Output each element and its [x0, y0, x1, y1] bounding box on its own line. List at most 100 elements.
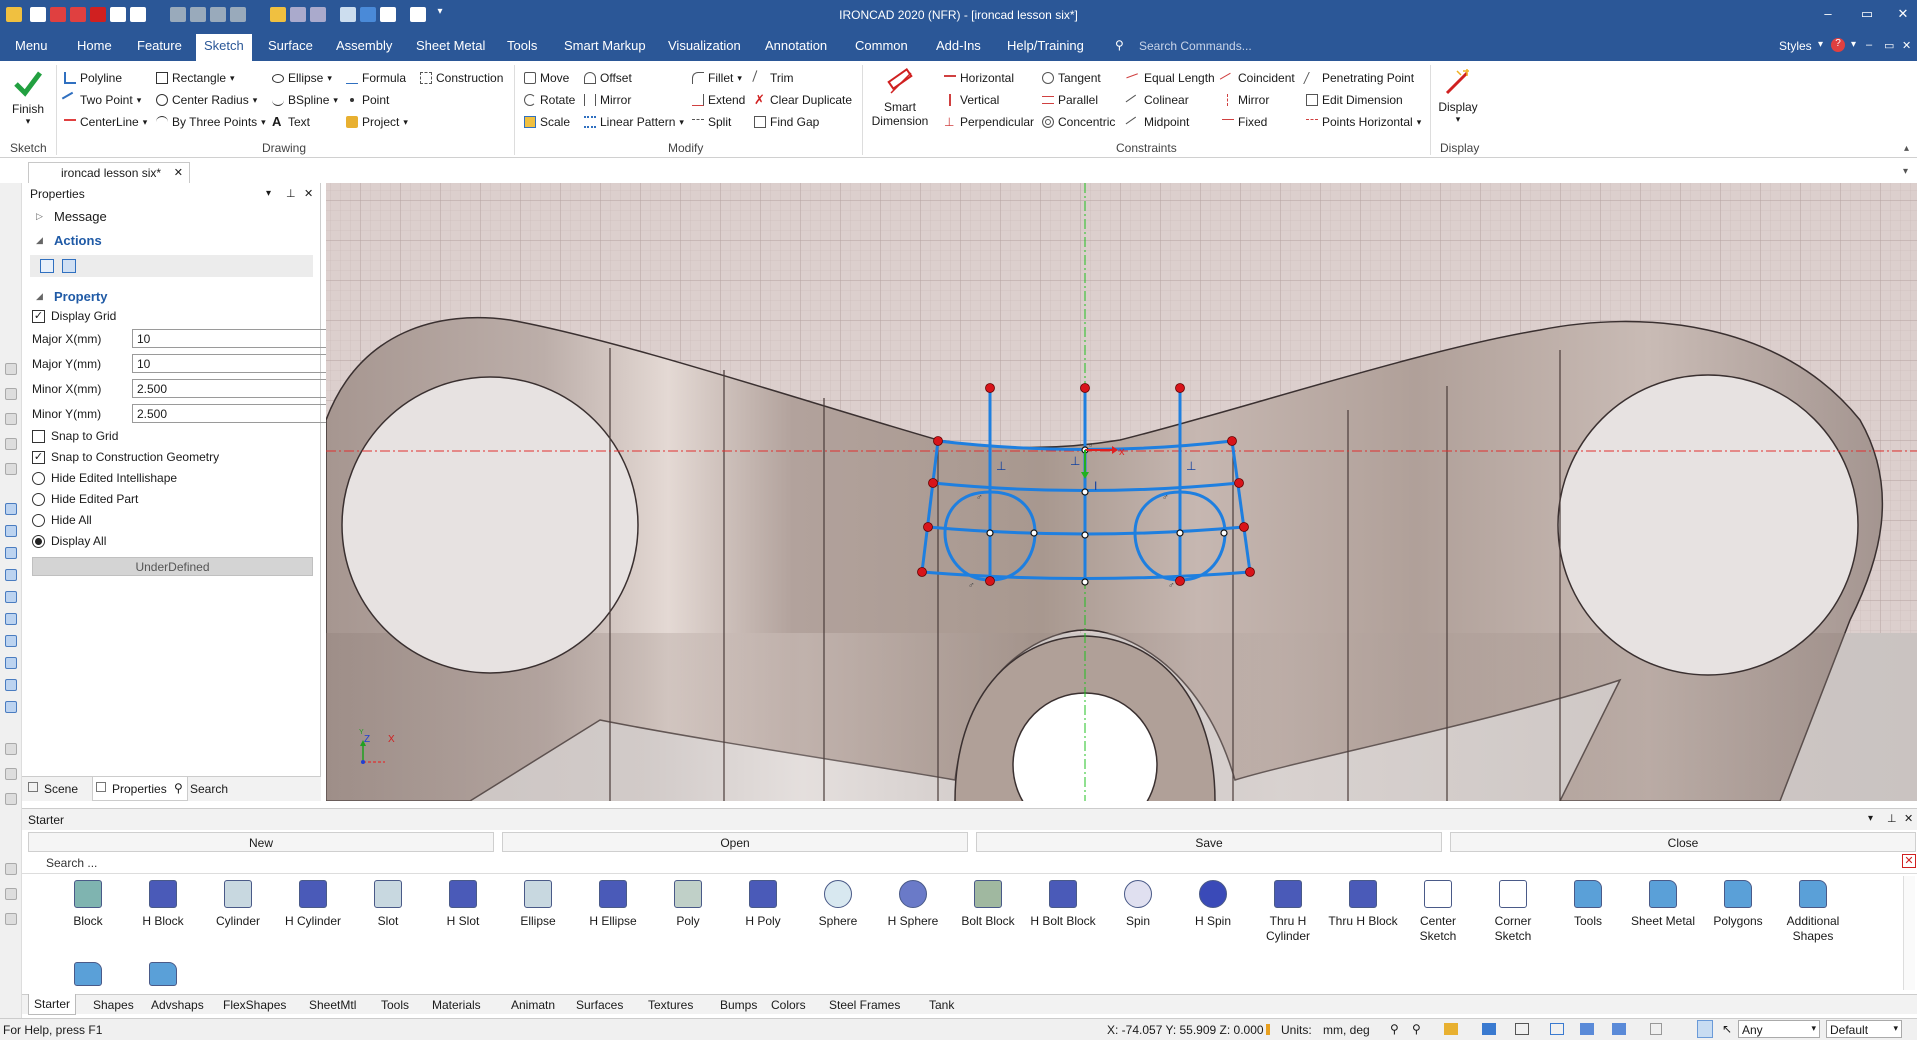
help-dropdown-icon[interactable]: ▾ — [1851, 39, 1856, 50]
minimize-button[interactable]: – — [1818, 6, 1838, 21]
catalog-tab[interactable]: Starter — [28, 994, 77, 1015]
fillet-button[interactable]: Fillet ▾ — [692, 69, 742, 87]
doc-minimize-button[interactable]: – — [1866, 39, 1872, 51]
tool-icon[interactable] — [5, 863, 17, 875]
shape-tool-icon[interactable] — [5, 679, 17, 691]
snap-construction-row[interactable]: ✓ Snap to Construction Geometry — [32, 450, 219, 464]
penetrating-point-button[interactable]: Penetrating Point — [1303, 69, 1414, 87]
tangent-button[interactable]: Tangent — [1042, 69, 1101, 87]
catalog-close-file-button[interactable]: Close — [1450, 832, 1916, 852]
display-dropdown-icon[interactable]: ▾ — [1436, 114, 1480, 125]
catalog-pin-icon[interactable]: ⊥ — [1887, 812, 1897, 825]
expand-arrow-icon[interactable]: ▷ — [36, 211, 43, 222]
catalog-tab[interactable]: Shapes — [93, 998, 134, 1012]
menu-smart-markup[interactable]: Smart Markup — [564, 38, 646, 53]
property-section-header[interactable]: Property — [54, 289, 107, 304]
menu-home[interactable]: Home — [77, 38, 112, 53]
3d-viewport[interactable]: ⊥ ⊥ ⊥ I ♂ ♂ ♂ ♂ ♂ x Z X Y — [326, 183, 1917, 801]
clear-search-icon[interactable]: ✕ — [1902, 854, 1916, 868]
right-hole[interactable] — [1557, 374, 1859, 676]
viewport-scene[interactable]: ⊥ ⊥ ⊥ I ♂ ♂ ♂ ♂ ♂ x — [326, 183, 1917, 801]
menu-feature[interactable]: Feature — [137, 38, 182, 53]
tool-icon[interactable] — [5, 413, 17, 425]
smart-dimension-button[interactable]: Smart Dimension — [868, 67, 932, 128]
major-x-input[interactable]: 10 — [132, 329, 337, 348]
tool-icon[interactable] — [5, 793, 17, 805]
document-tab[interactable]: ironcad lesson six* ✕ — [28, 162, 190, 184]
construction-button[interactable]: Construction — [420, 69, 503, 87]
menu-sheet-metal[interactable]: Sheet Metal — [416, 38, 485, 53]
styles-dropdown-arrow-icon[interactable]: ▾ — [1818, 39, 1823, 50]
display-grid-checkbox[interactable]: ✓ — [32, 309, 45, 323]
styles-dropdown[interactable]: Styles — [1779, 39, 1812, 53]
vertical-button[interactable]: Vertical — [944, 91, 999, 109]
catalog-item[interactable]: Sheet Metal — [1627, 880, 1699, 929]
catalog-tab[interactable]: SheetMtl — [309, 998, 356, 1012]
constraint-mirror-button[interactable]: Mirror — [1222, 91, 1269, 109]
linear-pattern-button[interactable]: Linear Pattern ▾ — [584, 113, 684, 131]
catalog-item[interactable]: H Slot — [427, 880, 499, 929]
display-button[interactable]: Display ▾ — [1436, 67, 1480, 125]
equal-length-button[interactable]: Equal Length — [1126, 69, 1215, 89]
table-action-icon[interactable] — [62, 259, 76, 273]
catalog-item[interactable]: Tools — [1552, 880, 1624, 929]
ellipse-button[interactable]: Ellipse ▾ — [272, 69, 332, 87]
catalog-item[interactable]: H Ellipse — [577, 880, 649, 929]
move-button[interactable]: Move — [524, 69, 569, 87]
restore-button[interactable]: ▭ — [1857, 6, 1877, 22]
message-section-header[interactable]: Message — [54, 209, 107, 224]
help-icon[interactable]: ? — [1831, 38, 1845, 52]
tool-icon[interactable] — [5, 363, 17, 375]
perpendicular-button[interactable]: ⊥ Perpendicular — [944, 113, 1034, 131]
catalog-item[interactable]: H Sphere — [877, 880, 949, 929]
catalog-item[interactable]: H Spin — [1177, 880, 1249, 929]
formula-button[interactable]: Formula — [346, 69, 406, 87]
display-mode-icon[interactable] — [1612, 1023, 1626, 1035]
polyline-button[interactable]: Polyline — [64, 69, 122, 87]
find-gap-button[interactable]: Find Gap — [754, 113, 819, 131]
clear-duplicate-button[interactable]: ✗ Clear Duplicate — [754, 91, 852, 109]
catalog-item[interactable]: H Cylinder — [277, 880, 349, 929]
menu-visualization[interactable]: Visualization — [668, 38, 741, 53]
camera-icon[interactable] — [1515, 1023, 1529, 1035]
catalog-item[interactable]: Sphere — [802, 880, 874, 929]
menu-common[interactable]: Common — [855, 38, 908, 53]
minor-y-input[interactable]: 2.500 — [132, 404, 337, 423]
close-window-button[interactable]: ✕ — [1893, 6, 1913, 22]
tool-icon[interactable] — [5, 388, 17, 400]
rectangle-button[interactable]: Rectangle ▾ — [156, 69, 235, 87]
shape-tool-icon[interactable] — [5, 657, 17, 669]
tab-scene[interactable]: Scene — [44, 782, 78, 796]
menu-tools[interactable]: Tools — [507, 38, 537, 53]
doc-restore-button[interactable]: ▭ — [1884, 39, 1894, 52]
minor-x-input[interactable]: 2.500 — [132, 379, 337, 398]
display-grid-row[interactable]: ✓ Display Grid — [32, 309, 116, 323]
folder-icon[interactable] — [74, 962, 102, 986]
style-dropdown[interactable]: Default ▾ — [1826, 1020, 1902, 1038]
menu-annotation[interactable]: Annotation — [765, 38, 827, 53]
tab-search[interactable]: Search — [190, 782, 228, 796]
catalog-item[interactable]: Slot — [352, 880, 424, 929]
centerline-button[interactable]: CenterLine ▾ — [64, 113, 147, 131]
catalog-tab[interactable]: Materials — [432, 998, 481, 1012]
shape-tool-icon[interactable] — [5, 503, 17, 515]
extend-button[interactable]: Extend — [692, 91, 745, 109]
hide-edited-part-row[interactable]: Hide Edited Part — [32, 492, 138, 506]
tool-icon[interactable] — [5, 913, 17, 925]
colinear-button[interactable]: Colinear — [1125, 91, 1189, 112]
units-value[interactable]: mm, deg — [1323, 1023, 1370, 1037]
tab-properties[interactable]: Properties — [112, 782, 167, 796]
catalog-tab[interactable]: Tools — [381, 998, 409, 1012]
shape-tool-icon[interactable] — [5, 635, 17, 647]
scale-button[interactable]: Scale — [524, 113, 570, 131]
catalog-item[interactable]: H Block — [127, 880, 199, 929]
folder-icon[interactable] — [149, 962, 177, 986]
parallel-button[interactable]: Parallel — [1042, 91, 1098, 109]
catalog-item[interactable]: Thru H Block — [1327, 880, 1399, 929]
edit-dimension-button[interactable]: Edit Dimension — [1306, 91, 1403, 109]
hide-all-radio[interactable] — [32, 513, 45, 527]
actions-section-header[interactable]: Actions — [54, 233, 102, 248]
bspline-button[interactable]: BSpline ▾ — [272, 91, 338, 109]
menu-surface[interactable]: Surface — [268, 38, 313, 53]
menu-help-training[interactable]: Help/Training — [1007, 38, 1084, 53]
